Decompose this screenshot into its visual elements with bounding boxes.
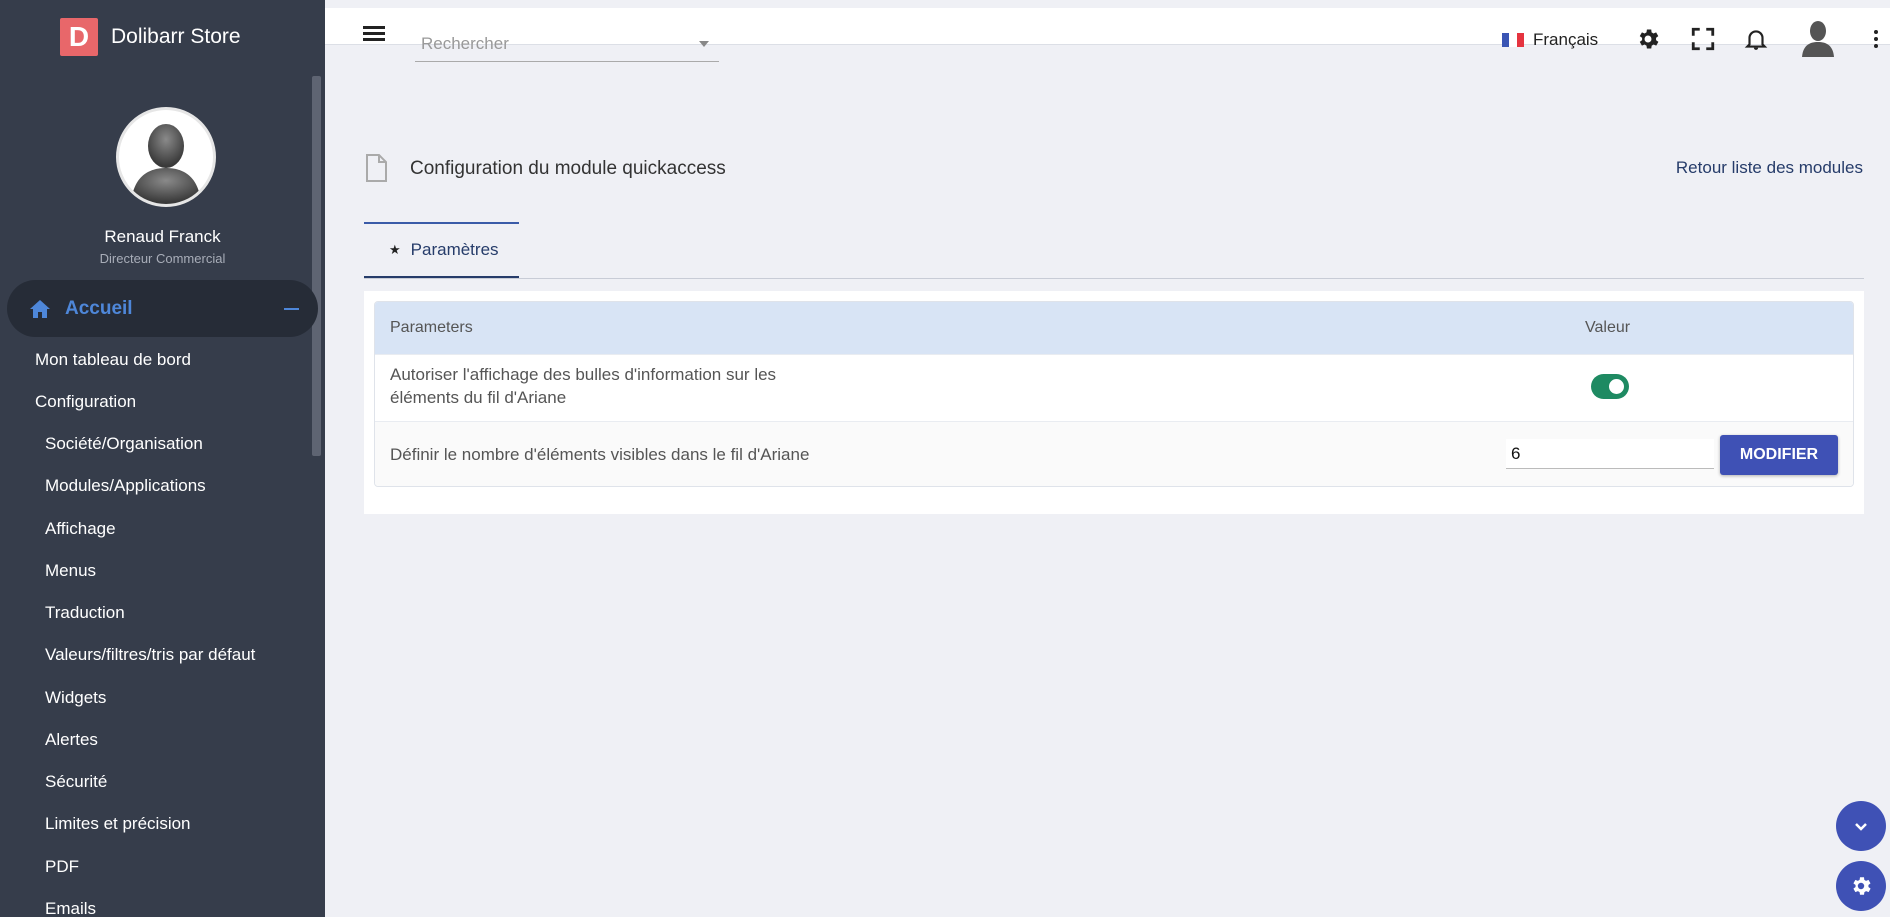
star-icon: ★	[389, 242, 401, 257]
tab-label: Paramètres	[410, 240, 499, 259]
user-name[interactable]: Renaud Franck	[0, 227, 325, 247]
setting-label: Autoriser l'affichage des bulles d'infor…	[390, 363, 776, 409]
table-header: Parameters Valeur	[375, 302, 1853, 354]
document-icon	[366, 154, 387, 182]
flag-fr-icon	[1502, 33, 1524, 47]
bell-icon[interactable]	[1743, 26, 1769, 52]
kebab-icon[interactable]	[1874, 30, 1878, 51]
language-label: Français	[1533, 30, 1599, 49]
sidebar-item-company[interactable]: Société/Organisation	[45, 434, 203, 454]
search-placeholder: Rechercher	[421, 34, 509, 53]
scroll-down-button[interactable]	[1836, 801, 1886, 851]
column-header-parameters: Parameters	[390, 319, 473, 336]
sidebar-item-alerts[interactable]: Alertes	[45, 730, 98, 750]
table-row: Autoriser l'affichage des bulles d'infor…	[375, 354, 1853, 421]
user-role: Directeur Commercial	[99, 251, 226, 266]
settings-fab-button[interactable]	[1836, 861, 1886, 911]
tab-parametres[interactable]: ★ Paramètres	[364, 222, 519, 279]
settings-panel: Parameters Valeur Autoriser l'affichage …	[364, 291, 1864, 514]
sidebar-item-translation[interactable]: Traduction	[45, 603, 125, 623]
avatar[interactable]	[1799, 17, 1837, 57]
sidebar-item-security[interactable]: Sécurité	[45, 772, 107, 792]
setting-label: Définir le nombre d'éléments visibles da…	[390, 445, 810, 464]
brand-name: Dolibarr Store	[111, 25, 241, 48]
sidebar-item-modules[interactable]: Modules/Applications	[45, 476, 206, 496]
toggle-knob	[1609, 379, 1624, 394]
setting-label-line: éléments du fil d'Ariane	[390, 388, 567, 407]
home-icon	[30, 299, 50, 318]
settings-table: Parameters Valeur Autoriser l'affichage …	[374, 301, 1854, 487]
search-input[interactable]: Rechercher	[415, 26, 719, 62]
sidebar-item-display[interactable]: Affichage	[45, 519, 116, 539]
tab-divider	[364, 278, 1864, 279]
sidebar-item-pdf[interactable]: PDF	[45, 857, 79, 877]
breadcrumb-count-input[interactable]	[1506, 439, 1714, 469]
sidebar-scrollbar[interactable]	[312, 76, 321, 456]
sidebar-item-configuration[interactable]: Configuration	[35, 392, 136, 412]
sidebar-item-emails[interactable]: Emails	[45, 899, 96, 917]
sidebar-item-defaults[interactable]: Valeurs/filtres/tris par défaut	[45, 645, 255, 665]
fullscreen-icon[interactable]	[1690, 26, 1716, 52]
sidebar-item-accueil[interactable]: Accueil	[7, 280, 318, 337]
sidebar: D Dolibarr Store Renaud Franck Directeur…	[0, 0, 325, 917]
chevron-down-icon[interactable]	[699, 41, 709, 47]
gear-icon	[1853, 877, 1871, 895]
collapse-icon[interactable]	[284, 308, 299, 310]
setting-label-line: Autoriser l'affichage des bulles d'infor…	[390, 365, 777, 384]
user-avatar[interactable]	[116, 107, 216, 207]
language-selector[interactable]: Français	[1502, 30, 1598, 50]
sidebar-item-widgets[interactable]: Widgets	[45, 688, 106, 708]
sidebar-item-menus[interactable]: Menus	[45, 561, 96, 581]
tooltip-breadcrumb-toggle[interactable]	[1591, 374, 1629, 399]
back-to-modules-link[interactable]: Retour liste des modules	[1676, 158, 1863, 178]
chevron-down-icon	[1855, 823, 1867, 831]
page-title: Configuration du module quickaccess	[410, 158, 726, 179]
sidebar-item-label: Accueil	[65, 297, 133, 319]
brand[interactable]: D Dolibarr Store	[60, 18, 241, 56]
sidebar-item-dashboard[interactable]: Mon tableau de bord	[35, 350, 191, 370]
column-header-value: Valeur	[1585, 319, 1631, 336]
gear-icon[interactable]	[1635, 26, 1661, 52]
table-row: Définir le nombre d'éléments visibles da…	[375, 421, 1853, 486]
brand-logo: D	[60, 18, 98, 56]
menu-icon[interactable]	[363, 26, 385, 44]
modify-button[interactable]: MODIFIER	[1720, 435, 1838, 475]
sidebar-item-limits[interactable]: Limites et précision	[45, 814, 191, 834]
